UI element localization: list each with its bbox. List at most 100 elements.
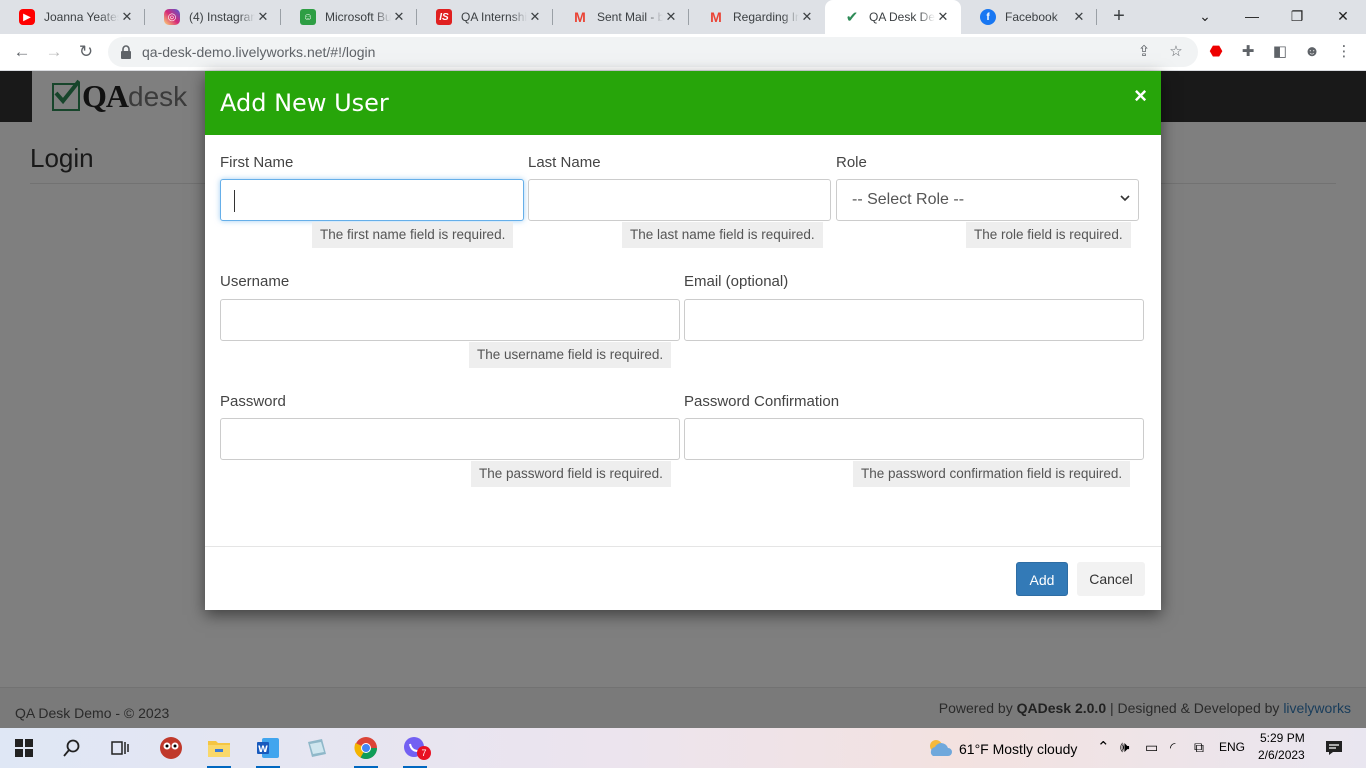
address-bar[interactable]: qa-desk-demo.livelyworks.net/#!/login [108,37,1198,67]
browser-tab[interactable]: M Sent Mail - bo ✕ [553,0,689,34]
back-icon[interactable]: ← [10,40,34,64]
tab-title: QA Internship [461,10,527,24]
notification-center-icon[interactable] [1320,734,1348,762]
email-label: Email (optional) [684,273,789,290]
cancel-button[interactable]: Cancel [1077,562,1145,596]
speaker-icon[interactable]: 🕪 [1120,739,1129,756]
close-window-button[interactable]: ✕ [1331,5,1355,29]
chrome-icon[interactable] [352,734,380,768]
windows-taskbar: W 7 61°F Mostly cloudy ⌃ 🕪 ▭ ◜ ⧉ ENG 5:2… [0,728,1366,768]
gmail-icon: M [574,9,586,25]
url-text: qa-desk-demo.livelyworks.net/#!/login [142,44,376,60]
tab-title: Sent Mail - bo [597,10,663,24]
browser-tabstrip: ▶ Joanna Yeates ✕ ◎ (4) Instagram ✕ ☺ Mi… [0,0,1366,34]
restore-button[interactable]: ❐ [1285,5,1309,29]
role-label: Role [836,154,867,171]
close-tab-icon[interactable]: ✕ [527,9,543,25]
lock-icon [121,45,131,59]
adblock-icon[interactable]: ⬣ [1205,41,1227,63]
last-name-input[interactable] [528,179,831,221]
windows-start-icon[interactable] [10,734,38,762]
email-input[interactable] [684,299,1144,341]
bookings-icon: ☺ [300,9,316,25]
browser-tab[interactable]: ▶ Joanna Yeates ✕ [0,0,145,34]
password-confirmation-input[interactable] [684,418,1144,460]
password-error: The password field is required. [471,461,671,487]
tab-search-icon[interactable]: ⌄ [1193,5,1217,29]
role-select[interactable]: -- Select Role -- [836,179,1139,221]
first-name-label: First Name [220,154,294,171]
browser-tab[interactable]: IS QA Internship ✕ [417,0,553,34]
tab-title: (4) Instagram [189,10,255,24]
close-tab-icon[interactable]: ✕ [663,9,679,25]
file-explorer-icon[interactable] [205,734,233,768]
is-icon: IS [436,9,452,25]
text-caret [234,190,235,212]
forward-icon[interactable]: → [42,40,66,64]
weather-text[interactable]: 61°F Mostly cloudy [959,741,1077,757]
side-panel-icon[interactable]: ◧ [1269,41,1291,63]
generic-app-icon[interactable] [303,734,331,762]
viber-icon[interactable]: 7 [401,734,431,768]
browser-tab[interactable]: ◎ (4) Instagram ✕ [145,0,281,34]
share-icon[interactable]: ⇪ [1133,41,1155,63]
youtube-icon: ▶ [19,9,35,25]
meet-now-icon[interactable]: ⧉ [1194,739,1204,756]
qadesk-icon: ✔ [845,9,859,26]
close-tab-icon[interactable]: ✕ [1071,9,1087,25]
browser-tab-active[interactable]: ✔ QA Desk Dem ✕ [825,0,961,34]
username-input[interactable] [220,299,680,341]
chevron-up-icon[interactable]: ⌃ [1097,738,1110,756]
role-selected-value: -- Select Role -- [852,191,965,208]
add-button[interactable]: Add [1016,562,1068,596]
task-view-icon[interactable] [106,734,134,762]
modal-title: Add New User [220,89,389,117]
close-tab-icon[interactable]: ✕ [391,9,407,25]
password-confirmation-error: The password confirmation field is requi… [853,461,1131,487]
last-name-label: Last Name [528,154,601,171]
reload-icon[interactable]: ↻ [74,40,98,64]
extensions-icon[interactable]: ✚ [1237,41,1259,63]
password-confirmation-label: Password Confirmation [684,393,840,410]
more-menu-icon[interactable]: ⋮ [1333,41,1355,63]
wifi-icon[interactable]: ◜ [1170,739,1175,756]
facebook-icon: f [980,9,996,25]
chevron-down-icon [1120,195,1130,202]
role-error: The role field is required. [966,222,1131,248]
close-tab-icon[interactable]: ✕ [799,9,815,25]
close-tab-icon[interactable]: ✕ [935,9,951,25]
first-name-input[interactable] [220,179,524,221]
language-indicator[interactable]: ENG [1219,740,1245,754]
tab-title: Regarding Int [733,10,799,24]
password-input[interactable] [220,418,680,460]
tab-title: Facebook [1005,10,1058,24]
profile-avatar[interactable]: ☻ [1301,41,1323,63]
tab-title: QA Desk Dem [869,10,935,24]
browser-tab[interactable]: M Regarding Int ✕ [689,0,825,34]
clock-time[interactable]: 5:29 PM [1260,731,1305,745]
close-tab-icon[interactable]: ✕ [119,9,135,25]
minimize-button[interactable]: — [1240,5,1264,29]
clock-date[interactable]: 2/6/2023 [1258,748,1305,762]
browser-tab[interactable]: f Facebook ✕ [961,0,1097,34]
browser-toolbar: ← → ↻ qa-desk-demo.livelyworks.net/#!/lo… [0,34,1366,71]
battery-icon[interactable]: ▭ [1145,739,1158,756]
app-face-icon[interactable] [157,734,185,762]
browser-tab[interactable]: ☺ Microsoft Bus ✕ [281,0,417,34]
modal-close-button[interactable]: × [1134,83,1147,109]
username-label: Username [220,273,290,290]
instagram-icon: ◎ [164,9,180,25]
password-label: Password [220,393,286,410]
tab-title: Joanna Yeates [44,10,119,24]
last-name-error: The last name field is required. [622,222,823,248]
search-icon[interactable] [58,734,86,762]
username-error: The username field is required. [469,342,672,368]
new-tab-button[interactable]: + [1108,6,1130,28]
close-tab-icon[interactable]: ✕ [255,9,271,25]
weather-cloud-icon[interactable] [926,734,954,762]
tab-title: Microsoft Bus [325,10,391,24]
modal-footer-divider [205,546,1161,547]
bookmark-star-icon[interactable]: ☆ [1165,41,1187,63]
word-icon[interactable]: W [254,734,282,768]
modal-header: Add New User × [205,71,1161,135]
